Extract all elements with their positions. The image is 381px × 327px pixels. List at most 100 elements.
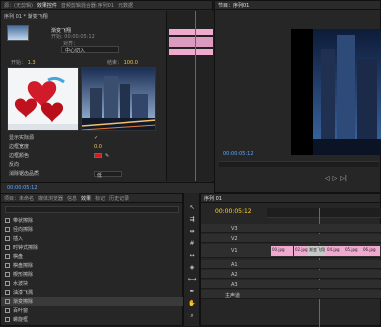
timeline-timecode[interactable]: 00:00:05:12: [215, 208, 252, 215]
list-item[interactable]: 油漆飞溅: [1, 288, 184, 297]
step-forward-icon[interactable]: ▷|: [340, 175, 347, 182]
sequence-label: 序列 01 * 渐变飞翔: [4, 14, 48, 20]
slip-tool-icon[interactable]: ⟷: [187, 275, 197, 284]
prop-label: 显示实际源: [9, 135, 35, 141]
track-v1[interactable]: V1 00.jpg 02.jpg 渐变飞翔 04.jpg 05.jpg 06.j…: [201, 244, 381, 258]
tab-media-browser[interactable]: 媒体浏览器: [38, 195, 63, 202]
list-item[interactable]: 时钟式擦除: [1, 243, 184, 252]
tab-program[interactable]: 节目：序列01: [218, 2, 249, 9]
program-transport: ◁ ▷ ▷|: [325, 173, 381, 183]
clip-label: 05.jpg: [345, 247, 358, 252]
track-label: V3: [231, 226, 238, 232]
antialias-select[interactable]: 低: [94, 170, 122, 179]
end-value[interactable]: 100.0: [124, 60, 138, 66]
list-item[interactable]: 插入: [1, 234, 184, 243]
transition-icon: [5, 281, 10, 286]
list-item[interactable]: 水波块: [1, 279, 184, 288]
clip-02[interactable]: 02.jpg: [294, 246, 308, 256]
track-a1[interactable]: A1: [201, 260, 381, 269]
clip-00[interactable]: 00.jpg: [271, 246, 293, 256]
transition-icon: [5, 263, 10, 268]
prop-label: 边框宽度: [9, 144, 30, 150]
transition-icon: [5, 254, 10, 259]
track-label: V1: [231, 248, 238, 254]
list-item[interactable]: 径向擦除: [1, 225, 184, 234]
city-image: [82, 68, 155, 130]
top-tab-bar: 源：(无剪辑) 效果控件 音频剪辑混合器:序列01 元数据: [1, 1, 212, 10]
prop-label: 消除锯齿品质: [9, 171, 40, 177]
tab-info[interactable]: 信息: [67, 195, 77, 202]
border-color-swatch[interactable]: [94, 153, 102, 158]
checkbox-show-actual-source[interactable]: ✓: [94, 135, 98, 141]
hand-tool-icon[interactable]: ✋: [187, 299, 197, 308]
list-item[interactable]: 百叶窗: [1, 306, 184, 315]
selection-tool-icon[interactable]: ↖: [187, 203, 197, 212]
clip-06[interactable]: 06.jpg: [362, 246, 380, 256]
tab-source[interactable]: 源：(无剪辑): [4, 2, 33, 9]
track-label: A1: [231, 262, 238, 268]
prop-show-actual-source: 显示实际源 ✓: [5, 133, 165, 142]
play-icon[interactable]: ▷: [333, 175, 338, 182]
razor-tool-icon[interactable]: ◈: [187, 263, 197, 272]
track-master[interactable]: 主声道: [201, 290, 381, 299]
list-item-label: 径向擦除: [13, 227, 34, 233]
program-scrub-bar[interactable]: [219, 161, 379, 167]
tab-markers[interactable]: 标记: [95, 195, 105, 202]
list-item[interactable]: 棋盘: [1, 252, 184, 261]
list-item[interactable]: 螺旋框: [1, 315, 184, 324]
clip-05[interactable]: 05.jpg: [344, 246, 362, 256]
step-back-icon[interactable]: ◁: [325, 175, 330, 182]
tab-project[interactable]: 项目：未命名: [4, 195, 34, 202]
hearts-image: [8, 68, 78, 130]
list-item[interactable]: 楔形擦除: [1, 270, 184, 279]
track-v3[interactable]: V3: [201, 224, 381, 233]
eyedropper-icon[interactable]: ✎: [105, 153, 109, 159]
list-item-selected[interactable]: 渐变擦除: [1, 297, 184, 306]
list-item-label: 插入: [13, 236, 24, 242]
track-select-tool-icon[interactable]: ⇶: [187, 215, 197, 224]
rolling-edit-tool-icon[interactable]: #: [187, 239, 197, 248]
tab-audio-mixer[interactable]: 音频剪辑混合器:序列01: [61, 2, 114, 9]
transition-icon: [5, 299, 10, 304]
rate-stretch-tool-icon[interactable]: ↔: [187, 251, 197, 260]
clip-label: 04.jpg: [327, 247, 340, 252]
transition-block[interactable]: 渐变飞翔: [308, 246, 326, 256]
clip-label: 渐变飞翔: [309, 247, 325, 252]
clip-label: 06.jpg: [363, 247, 376, 252]
clip-04[interactable]: 04.jpg: [326, 246, 344, 256]
tab-history[interactable]: 历史记录: [109, 195, 129, 202]
alignment-value: 中心切入: [65, 48, 86, 54]
timeline-panel: 序列 01 00:00:05:12 V3 V2 V1 00.jpg 02.jpg…: [200, 193, 381, 327]
track-label: 主声道: [225, 293, 241, 299]
effects-search[interactable]: [5, 206, 179, 213]
list-item[interactable]: 棋盘擦除: [1, 261, 184, 270]
list-item-label: 楔形擦除: [13, 272, 34, 278]
timeline-ruler[interactable]: [267, 208, 381, 218]
tab-effect-controls[interactable]: 效果控件: [37, 2, 57, 9]
list-item-label: 渐变擦除: [13, 299, 34, 305]
zoom-tool-icon[interactable]: ⌕: [187, 311, 197, 320]
start-label: 开始： 1.3: [11, 59, 36, 66]
transition-icon: [5, 218, 10, 223]
alignment-select[interactable]: 中心切入: [61, 46, 119, 54]
track-a2[interactable]: A2: [201, 270, 381, 279]
ripple-edit-tool-icon[interactable]: ⇹: [187, 227, 197, 236]
tab-metadata[interactable]: 元数据: [118, 2, 133, 9]
list-item[interactable]: 带状擦除: [1, 216, 184, 225]
playhead-line[interactable]: [195, 11, 196, 181]
effect-controls-panel: 源：(无剪辑) 效果控件 音频剪辑混合器:序列01 元数据 序列 01 * 渐变…: [0, 0, 214, 193]
program-tab-bar: 节目：序列01: [215, 1, 380, 10]
track-a3[interactable]: A3: [201, 280, 381, 289]
tab-sequence[interactable]: 序列 01: [204, 195, 222, 202]
prop-antialias: 消除锯齿品质 低: [5, 169, 165, 179]
border-width-value[interactable]: 0.0: [94, 144, 102, 150]
start-value[interactable]: 1.3: [28, 60, 36, 66]
ec-mini-timeline: [166, 11, 214, 181]
program-timecode[interactable]: 00:00:05:12: [223, 151, 254, 157]
track-v2[interactable]: V2: [201, 234, 381, 243]
tab-effects[interactable]: 效果: [81, 195, 91, 202]
ec-timecode[interactable]: 00:00:05:12: [7, 185, 38, 191]
prop-border-width: 边框宽度 0.0: [5, 142, 165, 151]
pen-tool-icon[interactable]: ✒: [187, 287, 197, 296]
start-preview: [7, 67, 79, 131]
